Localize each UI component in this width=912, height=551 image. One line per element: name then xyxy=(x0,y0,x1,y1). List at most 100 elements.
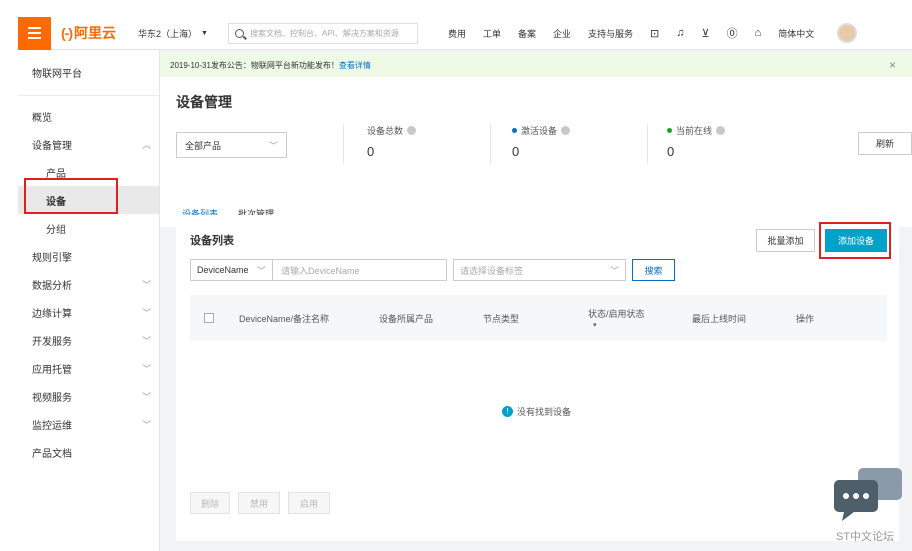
region-selector[interactable]: 华东2（上海） ▼ xyxy=(138,27,208,40)
sidebar-item-label: 应用托管 xyxy=(32,364,72,376)
disable-button[interactable]: 禁用 xyxy=(238,492,280,514)
notice-link[interactable]: 查看详情 xyxy=(339,60,371,71)
chevron-down-icon: ﹀ xyxy=(141,307,151,318)
logo[interactable]: (-) 阿里云 xyxy=(61,23,116,43)
sidebar-item-docs[interactable]: 产品文档 xyxy=(18,438,159,466)
help-icon[interactable] xyxy=(407,126,417,135)
home-icon[interactable]: ⌂ xyxy=(755,27,762,39)
refresh-button[interactable]: 刷新 xyxy=(858,132,912,155)
stat-value: 0 xyxy=(512,144,520,159)
column-header: 节点类型 xyxy=(483,313,520,324)
column-header[interactable]: 状态/启用状态 xyxy=(588,307,645,320)
notice-banner: 2019-10-31发布公告：物联网平台新功能发布！ 查看详情 × xyxy=(160,53,912,77)
stat-label: 当前在线 xyxy=(676,126,713,136)
sidebar-item-edge[interactable]: 边缘计算 ﹀ xyxy=(18,298,159,326)
close-icon[interactable]: × xyxy=(889,58,896,72)
avatar[interactable] xyxy=(837,23,858,43)
page-title: 设备管理 xyxy=(176,94,232,110)
device-name-input[interactable]: 请输入DeviceName xyxy=(273,259,447,281)
stat-value: 0 xyxy=(367,144,375,159)
chevron-down-icon: ﹀ xyxy=(141,363,151,374)
chevron-down-icon: ﹀ xyxy=(141,279,151,290)
device-list-card: 设备列表 批量添加 添加设备 DeviceName ﹀ 请输入DeviceNam… xyxy=(176,215,899,541)
search-icon xyxy=(234,28,244,38)
select-all-checkbox[interactable] xyxy=(204,313,214,323)
bell-icon[interactable]: ♫ xyxy=(676,27,684,39)
stat-online: 当前在线 0 xyxy=(667,124,726,159)
caret-down-icon: ▼ xyxy=(201,29,208,37)
empty-state: ! 没有找到设备 xyxy=(502,405,571,418)
device-tag-select[interactable]: 请选择设备标签 ﹀ xyxy=(453,259,626,281)
chevron-down-icon: ﹀ xyxy=(256,265,266,276)
chevron-down-icon: ﹀ xyxy=(141,419,151,430)
sidebar-item-overview[interactable]: 概览 xyxy=(18,102,159,130)
top-bar: (-) 阿里云 华东2（上海） ▼ 搜索文档、控制台、API、解决方案和资源 费… xyxy=(18,16,912,50)
sidebar-item-rule-engine[interactable]: 规则引擎 xyxy=(18,242,159,270)
filter-field-value: DeviceName xyxy=(197,265,249,275)
sidebar-item-label: 分组 xyxy=(46,224,66,236)
sort-icon[interactable]: ▾ xyxy=(593,321,597,329)
product-select[interactable]: 全部产品 ﹀ xyxy=(176,132,287,158)
help-icon[interactable] xyxy=(716,126,726,135)
info-icon: ! xyxy=(502,406,513,417)
filter-field-select[interactable]: DeviceName ﹀ xyxy=(190,259,273,281)
language-switch[interactable]: 简体中文 xyxy=(778,27,814,40)
menu-icon[interactable] xyxy=(18,16,51,50)
highlight-box-add-device xyxy=(819,222,891,259)
notice-text: 2019-10-31发布公告：物联网平台新功能发布！ xyxy=(170,60,339,70)
logo-mark: (-) xyxy=(61,25,73,41)
nav-tickets[interactable]: 工单 xyxy=(483,27,501,40)
nav-billing[interactable]: 费用 xyxy=(448,27,466,40)
sidebar-item-label: 产品文档 xyxy=(32,448,72,460)
sidebar-item-app-hosting[interactable]: 应用托管 ﹀ xyxy=(18,354,159,382)
column-header: 最后上线时间 xyxy=(692,313,747,324)
sidebar: 物联网平台 概览 设备管理 ︿ 产品 设备 分组 规则引擎 数据分析 ﹀ 边缘计算 ﹀… xyxy=(18,50,160,551)
terminal-icon[interactable]: ⊡ xyxy=(650,27,659,40)
nav-enterprise[interactable]: 企业 xyxy=(553,27,571,40)
column-header: 操作 xyxy=(796,313,815,324)
sidebar-item-label: 监控运维 xyxy=(32,420,72,432)
table-header: DeviceName/备注名称 设备所属产品 节点类型 状态/启用状态 ▾ 最后… xyxy=(190,295,887,341)
list-title: 设备列表 xyxy=(190,235,234,247)
column-header: 设备所属产品 xyxy=(379,313,434,324)
sidebar-title[interactable]: 物联网平台 xyxy=(18,50,159,96)
stat-activated: 激活设备 0 xyxy=(512,124,571,159)
region-label: 华东2（上海） xyxy=(138,28,198,39)
tag-placeholder: 请选择设备标签 xyxy=(460,265,524,276)
stat-label: 设备总数 xyxy=(367,126,404,136)
sidebar-item-label: 设备管理 xyxy=(32,140,72,152)
sidebar-item-dev-services[interactable]: 开发服务 ﹀ xyxy=(18,326,159,354)
empty-text: 没有找到设备 xyxy=(517,407,572,417)
stat-divider xyxy=(343,124,344,164)
sidebar-item-data-analysis[interactable]: 数据分析 ﹀ xyxy=(18,270,159,298)
chevron-down-icon: ﹀ xyxy=(141,391,151,402)
cart-icon[interactable]: ⊻ xyxy=(702,27,710,40)
product-select-value: 全部产品 xyxy=(185,140,222,151)
header-panel: 设备管理 全部产品 ﹀ 设备总数 0 激活设备 0 当前在线 0 刷新 设备列表… xyxy=(160,77,912,228)
nav-icp[interactable]: 备案 xyxy=(518,27,536,40)
global-search-input[interactable]: 搜索文档、控制台、API、解决方案和资源 xyxy=(227,22,418,44)
sidebar-item-video[interactable]: 视频服务 ﹀ xyxy=(18,382,159,410)
sidebar-item-device-mgmt[interactable]: 设备管理 ︿ xyxy=(18,130,159,158)
chevron-down-icon: ﹀ xyxy=(141,335,151,346)
chevron-up-icon: ︿ xyxy=(141,139,151,150)
chevron-down-icon: ﹀ xyxy=(268,140,278,151)
nav-support[interactable]: 支持与服务 xyxy=(588,27,633,40)
help-icon[interactable] xyxy=(561,126,571,135)
top-nav: 费用 工单 备案 企业 支持与服务 ⊡ ♫ ⊻ ⓪ ⌂ 简体中文 xyxy=(448,23,858,43)
stat-value: 0 xyxy=(667,144,675,159)
search-placeholder: 搜索文档、控制台、API、解决方案和资源 xyxy=(249,28,399,38)
search-button[interactable]: 搜索 xyxy=(632,259,675,281)
status-dot xyxy=(667,128,672,133)
help-icon[interactable]: ⓪ xyxy=(727,25,738,41)
column-header: DeviceName/备注名称 xyxy=(239,313,330,324)
delete-button[interactable]: 删除 xyxy=(190,492,230,514)
bulk-add-button[interactable]: 批量添加 xyxy=(756,229,815,252)
sidebar-item-label: 概览 xyxy=(32,112,52,124)
enable-button[interactable]: 启用 xyxy=(288,492,330,514)
filter-row: DeviceName ﹀ 请输入DeviceName 请选择设备标签 ﹀ 搜索 xyxy=(190,259,675,281)
logo-text: 阿里云 xyxy=(74,25,116,41)
chat-icon[interactable] xyxy=(832,466,904,522)
sidebar-item-groups[interactable]: 分组 xyxy=(18,214,159,242)
sidebar-item-monitoring[interactable]: 监控运维 ﹀ xyxy=(18,410,159,438)
